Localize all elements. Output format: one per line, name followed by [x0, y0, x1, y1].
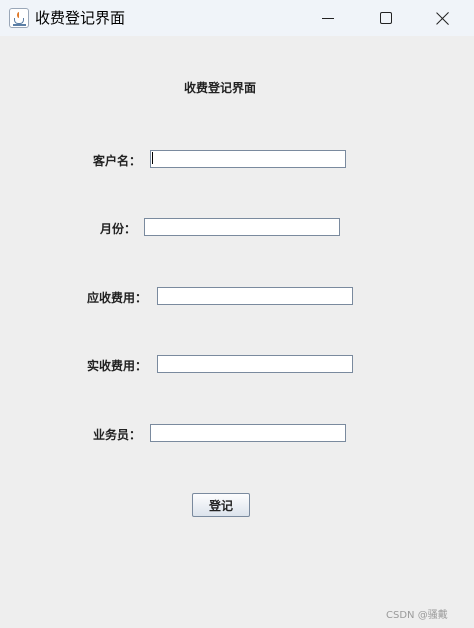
- salesperson-input[interactable]: [150, 424, 346, 442]
- received-fee-input[interactable]: [157, 355, 353, 373]
- text-caret: [152, 152, 153, 164]
- maximize-button[interactable]: [363, 0, 409, 36]
- window-title: 收费登记界面: [35, 9, 126, 27]
- customer-name-label: 客户名：: [93, 154, 142, 168]
- watermark-text: CSDN @骚戴: [386, 610, 448, 621]
- app-window: 收费登记界面 收费登记界面 客户名： 月份： 应收费用： 实收费用： 业务员： …: [0, 0, 474, 628]
- received-fee-label: 实收费用：: [87, 359, 148, 373]
- receivable-fee-input[interactable]: [157, 287, 353, 305]
- salesperson-label: 业务员：: [93, 428, 142, 442]
- minimize-button[interactable]: [305, 0, 351, 36]
- register-button[interactable]: 登记: [192, 493, 250, 517]
- month-label: 月份：: [100, 222, 137, 236]
- java-app-icon[interactable]: [9, 8, 29, 28]
- receivable-fee-label: 应收费用：: [87, 291, 148, 305]
- form-heading: 收费登记界面: [183, 81, 256, 95]
- month-input[interactable]: [144, 218, 340, 236]
- title-bar[interactable]: 收费登记界面: [0, 0, 474, 36]
- maximize-icon: [380, 12, 392, 24]
- minimize-icon: [322, 18, 334, 20]
- customer-name-input[interactable]: [150, 150, 346, 168]
- close-button[interactable]: [420, 0, 466, 36]
